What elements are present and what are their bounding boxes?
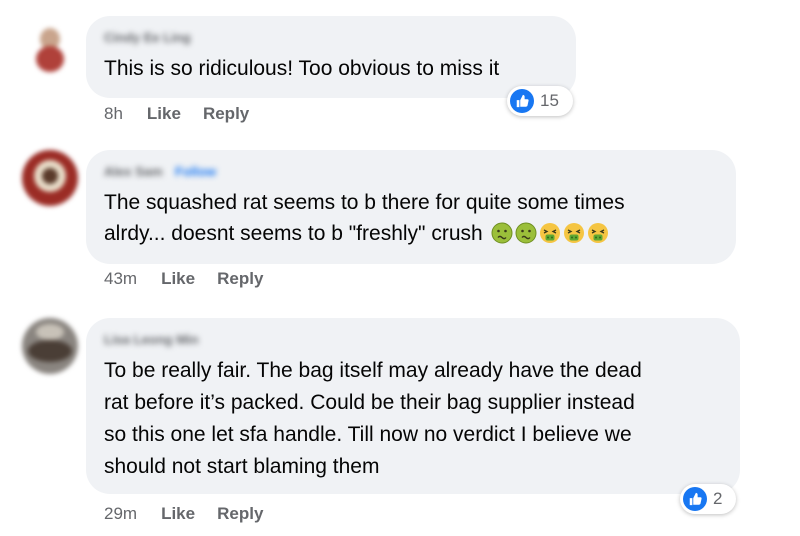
like-button[interactable]: Like	[161, 504, 195, 523]
reaction-count: 15	[540, 91, 559, 110]
like-button[interactable]: Like	[161, 269, 195, 288]
comment-text-line: alrdy... doesnt seems to b "freshly" cru…	[104, 218, 718, 249]
comment-author[interactable]: Alex Sam	[104, 164, 163, 179]
reply-button[interactable]: Reply	[217, 504, 263, 523]
vomiting-face-icon	[587, 223, 608, 243]
reaction-badge[interactable]: 15	[507, 86, 573, 116]
comment-text: To be really fair. The bag itself may al…	[104, 355, 722, 483]
avatar[interactable]	[22, 150, 78, 206]
reply-button[interactable]: Reply	[217, 269, 263, 288]
comment-author[interactable]: Lisa Leong Min	[104, 332, 199, 347]
comment-bubble: Cindy Ee Ling This is so ridiculous! Too…	[86, 16, 576, 98]
emoji-group	[489, 222, 609, 245]
comment-actions: 8h Like Reply	[104, 104, 271, 124]
comment-text-line: To be really fair. The bag itself may al…	[104, 359, 642, 382]
comment-text-line: The squashed rat seems to b there for qu…	[104, 191, 625, 214]
comment-text-line: rat before it’s packed. Could be their b…	[104, 391, 635, 414]
reaction-badge[interactable]: 2	[680, 484, 736, 514]
follow-link[interactable]: Follow	[175, 164, 216, 179]
like-button[interactable]: Like	[147, 104, 181, 123]
comment-text-line-2: alrdy... doesnt seems to b "freshly" cru…	[104, 222, 483, 245]
comment-thread: Cindy Ee Ling This is so ridiculous! Too…	[0, 0, 800, 536]
comment-text: The squashed rat seems to b there for qu…	[104, 187, 718, 249]
like-reaction-icon	[683, 487, 707, 511]
comment-author[interactable]: Cindy Ee Ling	[104, 30, 191, 45]
comment-bubble: Alex Sam Follow The squashed rat seems t…	[86, 150, 736, 264]
comment-time[interactable]: 29m	[104, 504, 137, 523]
reply-button[interactable]: Reply	[203, 104, 249, 123]
reaction-count: 2	[713, 489, 723, 508]
avatar[interactable]	[22, 318, 78, 374]
vomiting-face-icon	[539, 223, 560, 243]
comment-bubble: Lisa Leong Min To be really fair. The ba…	[86, 318, 740, 494]
comment-text: This is so ridiculous! Too obvious to mi…	[104, 57, 500, 80]
avatar[interactable]	[22, 20, 78, 76]
comment-actions: 43m Like Reply	[104, 269, 285, 289]
comment-time[interactable]: 43m	[104, 269, 137, 288]
like-reaction-icon	[510, 89, 534, 113]
vomiting-face-icon	[563, 223, 584, 243]
comment-text-line: should not start blaming them	[104, 455, 380, 478]
comment-actions: 29m Like Reply	[104, 504, 285, 524]
comment-time[interactable]: 8h	[104, 104, 123, 123]
comment-text-line: so this one let sfa handle. Till now no …	[104, 423, 632, 446]
nauseated-face-icon	[515, 222, 537, 244]
nauseated-face-icon	[491, 222, 513, 244]
